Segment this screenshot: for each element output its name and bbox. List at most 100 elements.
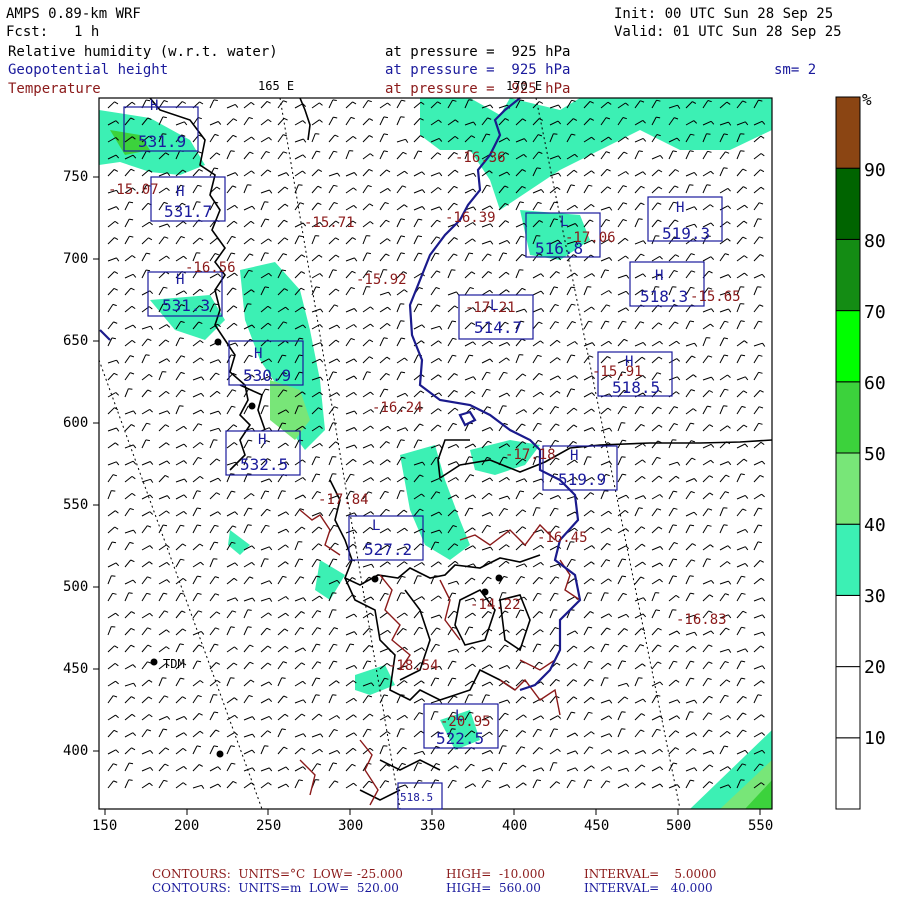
wind-barb-flag [332, 694, 337, 696]
high-marker: H [258, 432, 267, 448]
colorbar-band [835, 452, 861, 525]
wind-barb-flag [638, 150, 643, 152]
wind-barb-flag [757, 286, 762, 288]
wind-barb-flag [332, 592, 337, 594]
wind-barb-flag [247, 626, 252, 628]
x-tick-label: 400 [502, 818, 528, 834]
wind-barb-flag [485, 694, 490, 696]
wind-barb-flag [128, 592, 133, 594]
wind-barb-flag [536, 779, 541, 782]
wind-barb-flag [230, 745, 235, 747]
wind-barb-flag [315, 473, 321, 476]
wind-barb-flag [366, 252, 371, 255]
wind-barb-flag [434, 541, 440, 544]
low-marker: L [560, 214, 569, 230]
temp-label: -15.07 [108, 182, 159, 198]
place-label-tdm: TDM [163, 657, 185, 671]
colorbar-unit: % [862, 90, 872, 109]
height-label: 518.3 [640, 287, 689, 306]
wind-barb-flag [417, 235, 422, 238]
temp-label: -17.84 [318, 492, 369, 508]
temp-label: -16.39 [445, 210, 496, 226]
wind-barb-flag [400, 439, 405, 441]
wind-barb-flag [400, 592, 405, 594]
colorbar-tick: 90 [864, 160, 886, 181]
wind-barb-flag [689, 184, 694, 186]
footer-height-high: HIGH= 560.00 [446, 881, 541, 895]
wind-barb-flag [230, 473, 235, 475]
temp-label: -17.18 [505, 447, 556, 463]
temp-label: -15.65 [690, 289, 741, 305]
wind-barb-flag [315, 286, 320, 289]
wind-barb-flag [264, 286, 269, 289]
wind-barb-flag [655, 609, 660, 612]
temp-label: -20.95 [440, 714, 491, 730]
wind-barb-flag [723, 524, 728, 526]
wind-barb-flag [400, 252, 405, 255]
height-label: 519.9 [558, 470, 607, 489]
wind-barb-flag [451, 269, 456, 271]
wind-barb-flag [264, 745, 269, 747]
wind-barb-flag [672, 524, 677, 526]
x-tick-label: 450 [584, 818, 610, 834]
temp-label: -17.06 [565, 230, 616, 246]
wind-barb-flag [213, 745, 218, 748]
wind-barb-flag [264, 490, 270, 493]
temp-label: -18.54 [388, 658, 439, 674]
wind-barb-flag [417, 575, 422, 577]
high-marker: H [676, 200, 685, 216]
height-label: 532.5 [240, 455, 289, 474]
footer-temp-interval: INTERVAL= 5.0000 [584, 867, 717, 881]
temp-label: -16.56 [185, 260, 236, 276]
wind-barb-flag [264, 201, 269, 203]
wind-barb-flag [689, 150, 694, 152]
wind-barb-flag [570, 184, 575, 187]
footer-height-interval: INTERVAL= 40.000 [584, 881, 713, 895]
x-tick-label: 350 [420, 818, 446, 834]
wind-barb-flag [723, 405, 728, 407]
wind-barb-flag [400, 728, 405, 730]
temp-label: -16.36 [455, 150, 506, 166]
low-marker: L [372, 518, 381, 534]
wind-barb-flag [383, 150, 388, 153]
wind-barb-flag [757, 541, 762, 544]
wind-barb-flag [621, 456, 626, 458]
wind-barb-flag [383, 133, 388, 136]
x-tick-label: 500 [666, 818, 692, 834]
temp-label: -15.71 [304, 215, 355, 231]
wind-barb-flag [757, 218, 762, 220]
wind-barb-flag [230, 150, 235, 152]
wind-barb-flag [264, 558, 269, 560]
wind-barb-flag [264, 252, 269, 254]
wind-barb-flag [383, 116, 388, 119]
wind-barb-flag [146, 269, 151, 272]
wind-barb-flag [502, 745, 507, 747]
wind-barb-flag [638, 507, 643, 509]
wind-barb-flag [315, 133, 320, 135]
wind-barb-flag [298, 235, 303, 238]
colorbar-band [835, 523, 861, 596]
wind-barb-flag [400, 116, 405, 118]
y-tick-label: 550 [63, 497, 89, 513]
height-label: 514.7 [474, 318, 523, 337]
colorbar-tick: 20 [864, 657, 886, 678]
wind-barb-flag [604, 269, 609, 272]
high-marker: H [570, 448, 579, 464]
colorbar-tick: 30 [864, 586, 886, 607]
temp-label: -14.22 [470, 597, 521, 613]
footer-temp-high: HIGH= -10.000 [446, 867, 545, 881]
wind-barb-flag [689, 711, 694, 713]
wind-barb-flag [553, 728, 558, 730]
footer-temp-contours: CONTOURS: UNITS=°C LOW= -25.000 [152, 867, 403, 881]
wind-barb-flag [621, 422, 626, 424]
height-label: 518.5 [400, 791, 434, 804]
wind-barb-flag [179, 405, 184, 407]
high-marker: H [176, 272, 185, 288]
wind-barb-flag [553, 218, 558, 221]
colorbar-tick: 40 [864, 515, 886, 536]
wind-barb-flag [179, 643, 184, 646]
y-tick-label: 500 [63, 579, 89, 595]
high-marker: H [655, 268, 664, 284]
colorbar-band [835, 96, 861, 169]
wind-barb-flag [621, 728, 626, 730]
